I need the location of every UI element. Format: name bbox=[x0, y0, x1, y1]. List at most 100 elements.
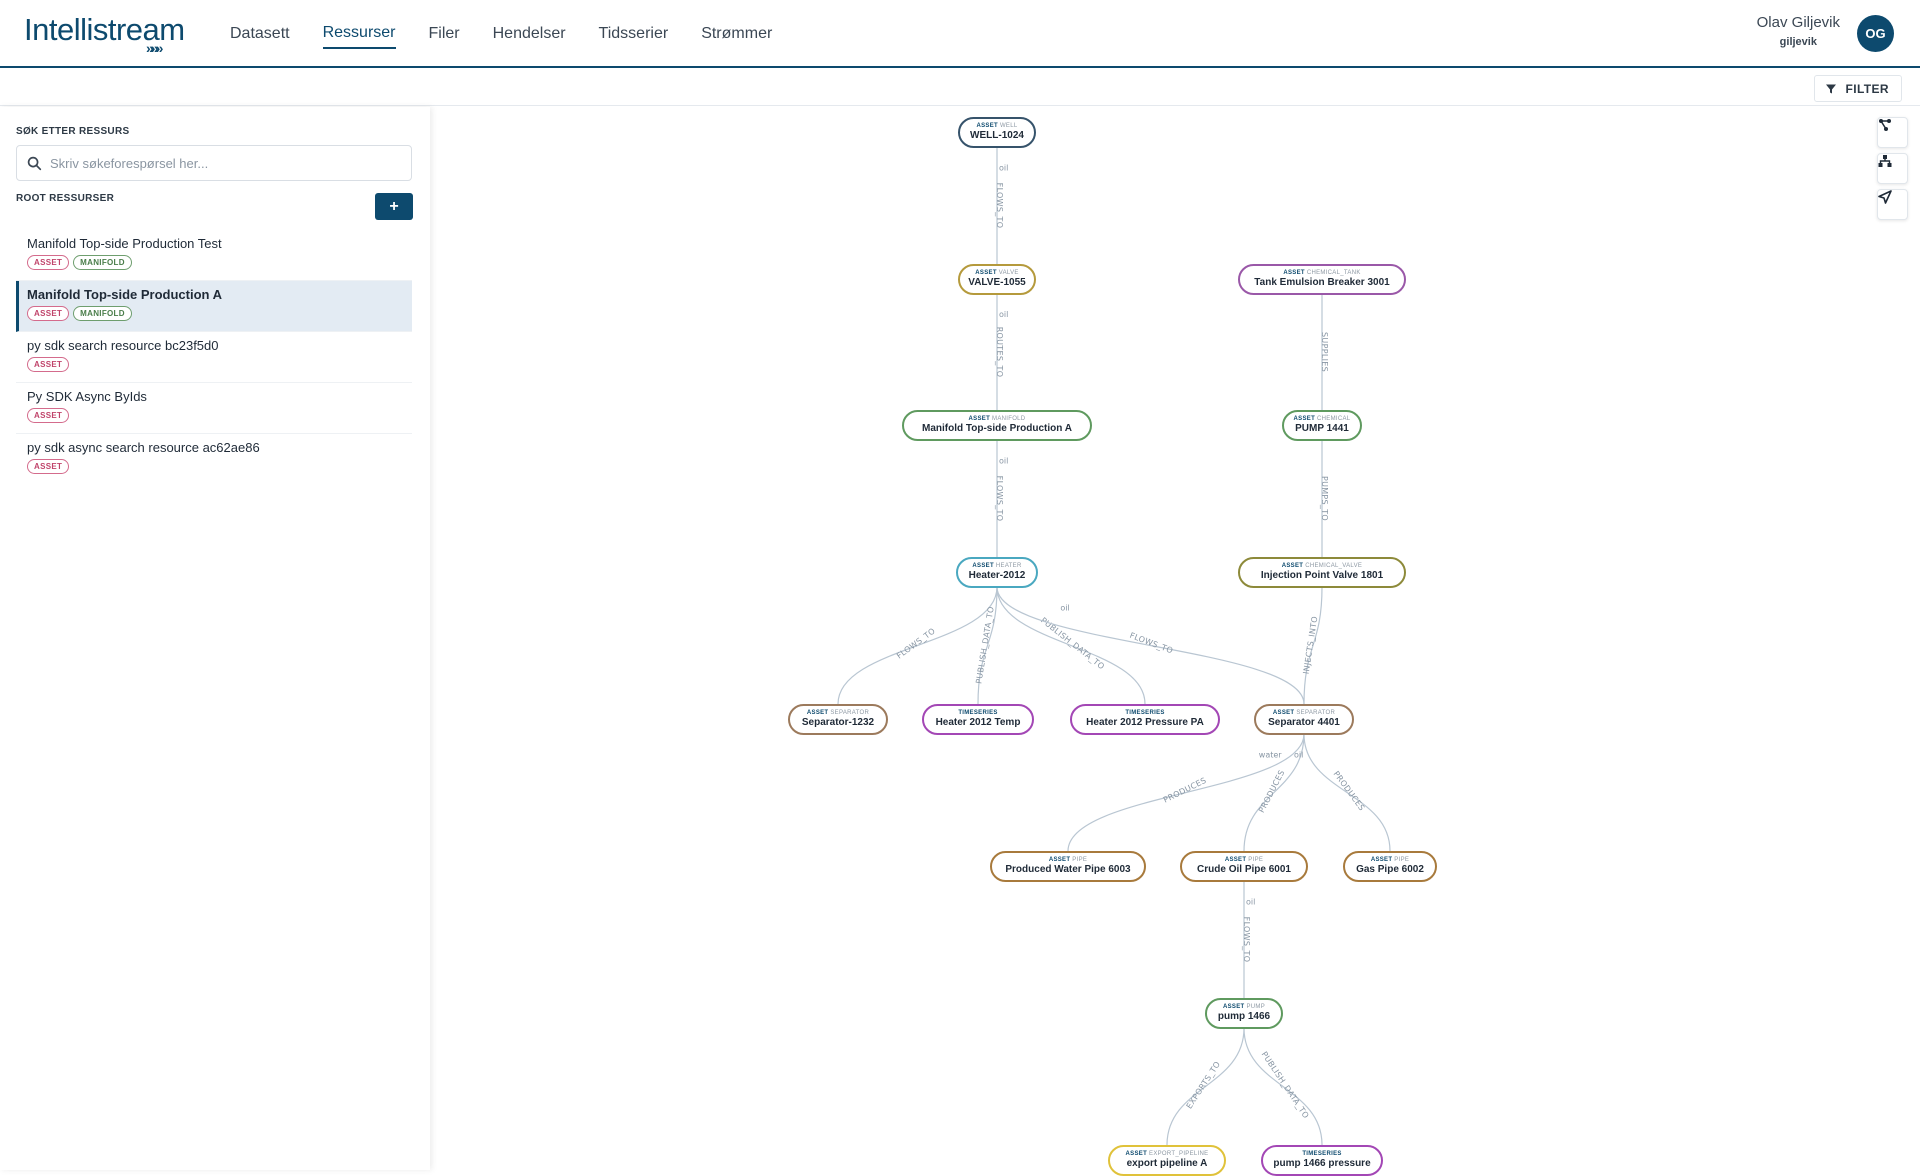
edge-label: FLOWS_TO bbox=[1242, 917, 1251, 963]
list-item[interactable]: Manifold Top-side Production Test ASSET M… bbox=[16, 230, 412, 281]
edge-flow-label: oil bbox=[1294, 750, 1303, 759]
asset-tag: ASSET bbox=[27, 459, 70, 474]
graph-node[interactable]: ASSET SEPARATOR Separator-1232 bbox=[788, 704, 888, 735]
add-resource-button[interactable]: + bbox=[375, 193, 413, 220]
logo-chevrons-icon: »»» bbox=[146, 40, 163, 56]
resource-name: Py SDK Async ByIds bbox=[27, 389, 147, 404]
edge-flow-label: oil bbox=[999, 456, 1008, 465]
asset-tag: ASSET bbox=[27, 306, 70, 321]
nav-item-hendelser[interactable]: Hendelser bbox=[493, 19, 566, 48]
edge-flow-label: oil bbox=[1060, 603, 1069, 612]
graph-node[interactable]: TIMESERIES Heater 2012 Pressure PA bbox=[1070, 704, 1220, 735]
node-type: ASSET CHEMICAL_VALVE bbox=[1281, 563, 1363, 569]
list-item[interactable]: Manifold Top-side Production A ASSET MANI… bbox=[16, 281, 412, 332]
edge-flow-label: oil bbox=[999, 163, 1008, 172]
node-type: ASSET HEATER bbox=[972, 563, 1022, 569]
graph-node[interactable]: ASSET PIPE Gas Pipe 6002 bbox=[1343, 851, 1437, 882]
nav-item-tidsserier[interactable]: Tidsserier bbox=[599, 19, 669, 48]
edge-flow-label: water bbox=[1259, 750, 1283, 759]
graph-node[interactable]: ASSET PUMP pump 1466 bbox=[1205, 998, 1283, 1029]
node-name: Separator-1232 bbox=[801, 717, 875, 728]
edge-label: PUBLISH_DATA_TO bbox=[1260, 1050, 1311, 1120]
edge-label: PUBLISH_DATA_TO bbox=[1039, 616, 1106, 672]
resource-name: py sdk search resource bc23f5d0 bbox=[27, 338, 219, 353]
hierarchy-layout-button[interactable] bbox=[1877, 153, 1908, 184]
sitemap-icon bbox=[1878, 155, 1892, 167]
node-type: ASSET WELL bbox=[976, 123, 1018, 129]
graph-node[interactable]: TIMESERIES pump 1466 pressure bbox=[1261, 1145, 1383, 1176]
graph-node[interactable]: ASSET SEPARATOR Separator 4401 bbox=[1254, 704, 1354, 735]
edge-label: ROUTES_TO bbox=[995, 327, 1004, 378]
node-type: ASSET PIPE bbox=[1048, 857, 1088, 863]
edge-label: PRODUCES bbox=[1162, 776, 1208, 805]
share-nodes-icon bbox=[1879, 119, 1891, 131]
resource-list: Manifold Top-side Production Test ASSET M… bbox=[16, 230, 412, 485]
node-type: ASSET EXPORT_PIPELINE bbox=[1125, 1151, 1209, 1157]
graph-canvas[interactable]: FLOWS_TO oil ROUTES_TO oil SUPPLIES FLOWS_TO o… bbox=[432, 107, 1920, 1176]
node-name: pump 1466 bbox=[1217, 1011, 1271, 1022]
center-view-button[interactable] bbox=[1877, 189, 1908, 220]
resource-sidebar: SØK ETTER RESSURS ROOT RESSURSER + Manif… bbox=[0, 107, 430, 1170]
resource-name: py sdk async search resource ac62ae86 bbox=[27, 440, 260, 455]
nav-item-datasett[interactable]: Datasett bbox=[230, 19, 290, 48]
filter-strip: FILTER bbox=[0, 70, 1920, 106]
node-name: Produced Water Pipe 6003 bbox=[1005, 864, 1131, 875]
edge-label: PRODUCES bbox=[1257, 768, 1286, 814]
asset-tag: ASSET bbox=[27, 255, 70, 270]
search-box[interactable] bbox=[16, 145, 412, 181]
edge-label: SUPPLIES bbox=[1320, 332, 1329, 372]
list-item[interactable]: py sdk search resource bc23f5d0 ASSET bbox=[16, 332, 412, 383]
graph-node[interactable]: ASSET MANIFOLD Manifold Top-side Producti… bbox=[902, 410, 1092, 441]
node-type: ASSET MANIFOLD bbox=[968, 416, 1026, 422]
app-logo[interactable]: Intellistream »»» bbox=[24, 12, 185, 56]
node-name: Injection Point Valve 1801 bbox=[1260, 570, 1384, 581]
avatar[interactable]: OG bbox=[1857, 15, 1894, 52]
graph-node[interactable]: ASSET HEATER Heater-2012 bbox=[956, 557, 1038, 588]
list-item[interactable]: Py SDK Async ByIds ASSET bbox=[16, 383, 412, 434]
asset-tag: ASSET bbox=[27, 357, 70, 372]
search-icon bbox=[27, 156, 42, 170]
search-section-label: SØK ETTER RESSURS bbox=[16, 126, 130, 137]
graph-node[interactable]: ASSET EXPORT_PIPELINE export pipeline A bbox=[1108, 1145, 1226, 1176]
graph-node[interactable]: ASSET CHEMICAL_VALVE Injection Point Valv… bbox=[1238, 557, 1406, 588]
node-type: ASSET VALVE bbox=[975, 270, 1019, 276]
user-name: Olav Giljevik bbox=[1756, 14, 1840, 31]
node-type: ASSET CHEMICAL_TANK bbox=[1283, 270, 1361, 276]
node-name: Crude Oil Pipe 6001 bbox=[1197, 864, 1291, 875]
node-type: ASSET PIPE bbox=[1370, 857, 1410, 863]
node-name: Manifold Top-side Production A bbox=[922, 423, 1072, 434]
manifold-tag: MANIFOLD bbox=[73, 306, 132, 321]
edge-label: PRODUCES bbox=[1332, 769, 1367, 812]
list-item[interactable]: py sdk async search resource ac62ae86 AS… bbox=[16, 434, 412, 485]
nav-item-strommer[interactable]: Strømmer bbox=[701, 19, 772, 48]
filter-label: FILTER bbox=[1845, 81, 1889, 96]
edge-label: FLOWS_TO bbox=[995, 476, 1004, 522]
edge-flow-label: oil bbox=[999, 310, 1008, 319]
node-type: ASSET SEPARATOR bbox=[806, 710, 870, 716]
manifold-tag: MANIFOLD bbox=[73, 255, 132, 270]
graph-edges: FLOWS_TOoilROUTES_TOoilSUPPLIESFLOWS_TOo… bbox=[837, 146, 1391, 1146]
node-name: Separator 4401 bbox=[1268, 717, 1340, 728]
edge-label: PUMPS_TO bbox=[1320, 476, 1329, 521]
graph-layout-button[interactable] bbox=[1877, 117, 1908, 148]
search-input[interactable] bbox=[50, 155, 400, 171]
graph-node[interactable]: ASSET WELL WELL-1024 bbox=[958, 117, 1036, 148]
nav-item-ressurser[interactable]: Ressurser bbox=[322, 18, 396, 49]
node-name: pump 1466 pressure bbox=[1273, 1158, 1371, 1169]
graph-node[interactable]: ASSET CHEMICAL PUMP 1441 bbox=[1282, 410, 1362, 441]
graph-node[interactable]: ASSET PIPE Produced Water Pipe 6003 bbox=[990, 851, 1146, 882]
node-name: Heater-2012 bbox=[968, 570, 1026, 581]
edge-label: INJECTS_INTO bbox=[1302, 616, 1320, 675]
edge-label: EXPORTS_TO bbox=[1185, 1060, 1223, 1111]
user-handle: giljevik bbox=[1779, 36, 1817, 48]
graph-node[interactable]: ASSET PIPE Crude Oil Pipe 6001 bbox=[1180, 851, 1308, 882]
graph-node[interactable]: ASSET CHEMICAL_TANK Tank Emulsion Breaker… bbox=[1238, 264, 1406, 295]
graph-node[interactable]: TIMESERIES Heater 2012 Temp bbox=[922, 704, 1034, 735]
graph-node[interactable]: ASSET VALVE VALVE-1055 bbox=[958, 264, 1036, 295]
nav-item-filer[interactable]: Filer bbox=[429, 19, 460, 48]
user-info[interactable]: Olav Giljevik giljevik bbox=[1757, 14, 1840, 48]
node-type: ASSET CHEMICAL bbox=[1293, 416, 1351, 422]
resource-name: Manifold Top-side Production Test bbox=[27, 236, 222, 251]
filter-button[interactable]: FILTER bbox=[1814, 75, 1902, 102]
node-type: ASSET SEPARATOR bbox=[1272, 710, 1336, 716]
